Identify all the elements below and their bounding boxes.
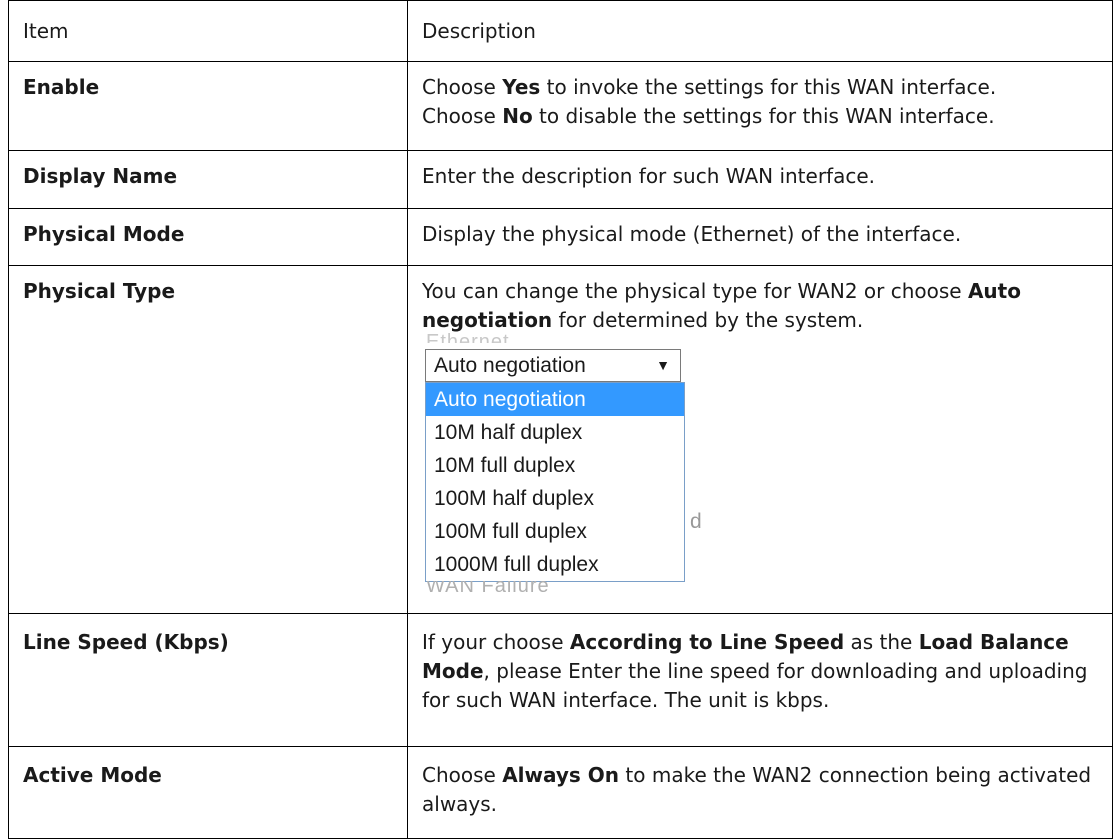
physical-type-select[interactable]: Auto negotiation ▼ <box>425 349 681 382</box>
row-desc-enable: Choose Yes to invoke the settings for th… <box>407 61 1113 151</box>
ghost-text-right: d <box>690 510 702 533</box>
table-row: Enable Choose Yes to invoke the settings… <box>8 61 1113 151</box>
row-desc-line-speed: If your choose According to Line Speed a… <box>407 613 1113 747</box>
header-description: Description <box>407 0 1113 62</box>
document-page: Item Description Enable Choose Yes to in… <box>0 0 1120 839</box>
dropdown-option[interactable]: 100M full duplex <box>426 515 684 548</box>
table-row: Active Mode Choose Always On to make the… <box>8 746 1113 839</box>
table-row: Line Speed (Kbps) If your choose Accordi… <box>8 613 1113 747</box>
desc-line: Choose No to disable the settings for th… <box>422 104 995 128</box>
settings-table: Item Description Enable Choose Yes to in… <box>8 0 1113 839</box>
dropdown-option[interactable]: 10M half duplex <box>426 416 684 449</box>
table-row: Physical Type You can change the physica… <box>8 265 1113 614</box>
row-item-physical-mode: Physical Mode <box>8 208 408 266</box>
dropdown-option[interactable]: 1000M full duplex <box>426 548 684 581</box>
row-desc-display-name: Enter the description for such WAN inter… <box>407 150 1113 209</box>
dropdown-list: Auto negotiation 10M half duplex 10M ful… <box>425 382 685 582</box>
row-item-enable: Enable <box>8 61 408 151</box>
header-item: Item <box>8 0 408 62</box>
row-item-active-mode: Active Mode <box>8 746 408 839</box>
row-item-physical-type: Physical Type <box>8 265 408 614</box>
desc-line: Choose Yes to invoke the settings for th… <box>422 75 997 99</box>
ghost-label-ethernet: Ethernet <box>426 331 510 343</box>
desc-text: You can change the physical type for WAN… <box>422 279 1021 332</box>
row-desc-active-mode: Choose Always On to make the WAN2 connec… <box>407 746 1113 839</box>
table-row: Physical Mode Display the physical mode … <box>8 208 1113 266</box>
ghost-label-wan-failure: WAN Failure <box>426 581 550 593</box>
row-desc-physical-mode: Display the physical mode (Ethernet) of … <box>407 208 1113 266</box>
dropdown-option[interactable]: Auto negotiation <box>426 383 684 416</box>
dropdown-option[interactable]: 100M half duplex <box>426 482 684 515</box>
dropdown-screenshot: Ethernet Auto negotiation ▼ Auto negotia… <box>422 331 722 593</box>
select-value: Auto negotiation <box>434 354 586 377</box>
row-item-line-speed: Line Speed (Kbps) <box>8 613 408 747</box>
row-desc-physical-type: You can change the physical type for WAN… <box>407 265 1113 614</box>
table-row: Display Name Enter the description for s… <box>8 150 1113 209</box>
table-header-row: Item Description <box>8 0 1113 62</box>
dropdown-option[interactable]: 10M full duplex <box>426 449 684 482</box>
row-item-display-name: Display Name <box>8 150 408 209</box>
chevron-down-icon: ▼ <box>656 357 670 373</box>
